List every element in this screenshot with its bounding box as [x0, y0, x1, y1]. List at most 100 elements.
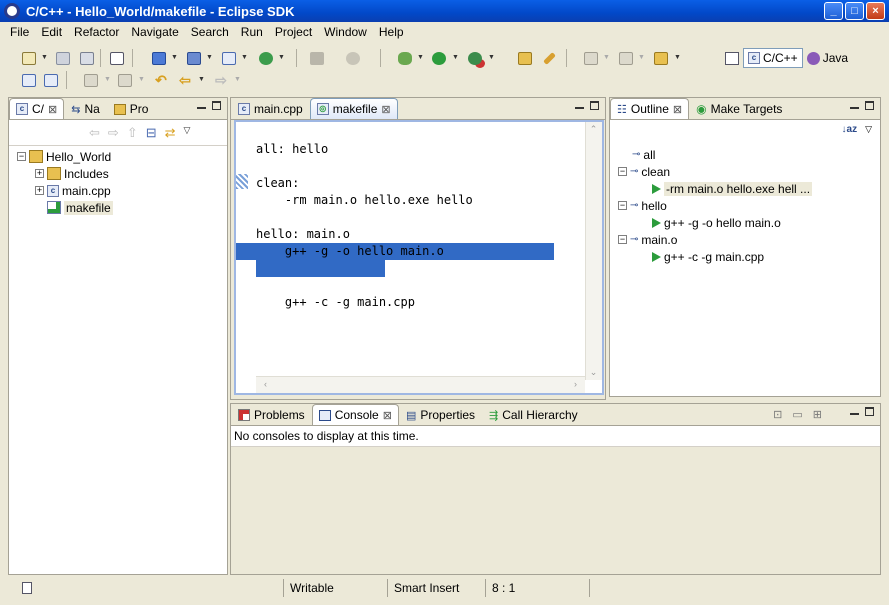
minimize-view-icon[interactable]	[850, 410, 859, 415]
run-icon[interactable]	[430, 50, 448, 66]
forward-nav-icon[interactable]: ⇨	[108, 125, 119, 141]
view-menu-icon[interactable]: ▽	[184, 125, 191, 141]
close-tab-icon[interactable]: ⊠	[48, 103, 57, 116]
binary-icon[interactable]	[108, 50, 126, 66]
show-whitespace-icon[interactable]	[20, 72, 38, 88]
maximize-view-icon[interactable]	[865, 101, 874, 110]
outline-item[interactable]: ⊸ all	[618, 146, 812, 163]
makefile-editor[interactable]: all: hello clean: -rm main.o hello.exe he…	[234, 120, 604, 395]
tree-item-main-cpp[interactable]: + c main.cpp	[17, 182, 113, 199]
maximize-view-icon[interactable]	[590, 101, 599, 110]
scroll-right-icon[interactable]: ›	[568, 379, 583, 389]
tab-navigator[interactable]: ⇆ Na	[64, 98, 107, 119]
open-element-icon[interactable]	[617, 50, 635, 66]
tab-project[interactable]: Pro	[107, 98, 156, 119]
back-nav-icon[interactable]: ⇦	[89, 125, 100, 141]
menu-edit[interactable]: Edit	[35, 25, 68, 39]
tab-outline[interactable]: ☷ Outline ⊠	[610, 98, 690, 119]
build-icon[interactable]	[308, 50, 326, 66]
open-folder-icon[interactable]	[516, 50, 534, 66]
tab-call-hierarchy[interactable]: ⇶ Call Hierarchy	[482, 404, 585, 425]
sort-icon[interactable]: ↓az	[842, 124, 858, 135]
scroll-up-icon[interactable]: ⌃	[586, 124, 601, 135]
tree-item-project[interactable]: − Hello_World	[17, 148, 113, 165]
minimize-view-icon[interactable]	[850, 104, 859, 109]
tab-cpp-projects[interactable]: c C/ ⊠	[9, 98, 65, 119]
open-perspective-icon[interactable]	[725, 51, 739, 65]
open-type-icon[interactable]	[582, 50, 600, 66]
outline-item[interactable]: g++ -c -g main.cpp	[618, 248, 812, 265]
forward-icon[interactable]: ⇨	[212, 72, 230, 88]
new-cpp-project-icon[interactable]	[150, 50, 168, 66]
new-class-icon[interactable]	[257, 50, 275, 66]
display-console-icon[interactable]: ▭	[792, 408, 802, 421]
tab-main-cpp[interactable]: c main.cpp	[231, 98, 310, 119]
maximize-view-icon[interactable]	[212, 101, 221, 110]
next-annotation-icon[interactable]	[82, 72, 100, 88]
minimize-view-icon[interactable]	[575, 104, 584, 109]
prev-annotation-icon[interactable]	[116, 72, 134, 88]
expand-icon[interactable]: +	[35, 169, 44, 178]
back-icon[interactable]: ⇦	[176, 72, 194, 88]
new-folder-icon[interactable]	[185, 50, 203, 66]
tab-problems[interactable]: Problems	[231, 404, 312, 425]
expand-icon[interactable]: +	[35, 186, 44, 195]
tab-make-targets[interactable]: ◉ Make Targets	[689, 98, 789, 119]
debug-icon[interactable]	[396, 50, 414, 66]
menu-project[interactable]: Project	[269, 25, 318, 39]
tree-item-makefile[interactable]: makefile	[17, 199, 113, 216]
tab-makefile[interactable]: ◎ makefile ⊠	[309, 98, 398, 119]
scroll-down-icon[interactable]: ⌄	[586, 367, 601, 378]
collapse-icon[interactable]: −	[17, 152, 26, 161]
perspective-cpp[interactable]: c C/C++	[743, 48, 803, 68]
menu-search[interactable]: Search	[185, 25, 235, 39]
menu-navigate[interactable]: Navigate	[125, 25, 184, 39]
last-edit-icon[interactable]: ↶	[152, 72, 170, 88]
horizontal-scrollbar[interactable]: ‹ ›	[256, 376, 585, 393]
toggle-mark-icon[interactable]	[42, 72, 60, 88]
fast-view-icon[interactable]	[22, 582, 32, 594]
menu-file[interactable]: File	[4, 25, 35, 39]
code-text[interactable]: all: hello clean: -rm main.o hello.exe he…	[256, 124, 473, 345]
close-tab-icon[interactable]: ⊠	[673, 103, 682, 116]
minimize-button[interactable]: _	[824, 2, 843, 20]
outline-item[interactable]: g++ -g -o hello main.o	[618, 214, 812, 231]
maximize-button[interactable]: □	[845, 2, 864, 20]
link-editor-icon[interactable]: ⇄	[165, 125, 176, 141]
outline-item[interactable]: − ⊸ clean	[618, 163, 812, 180]
print-icon[interactable]	[78, 50, 96, 66]
external-tools-icon[interactable]	[466, 50, 484, 66]
menu-window[interactable]: Window	[318, 25, 373, 39]
outline-item[interactable]: − ⊸ hello	[618, 197, 812, 214]
scroll-left-icon[interactable]: ‹	[258, 379, 273, 389]
up-nav-icon[interactable]: ⇧	[127, 125, 138, 141]
collapse-icon[interactable]: −	[618, 201, 627, 210]
target-icon[interactable]	[344, 50, 362, 66]
search-folder-icon[interactable]	[652, 50, 670, 66]
collapse-all-icon[interactable]: ⊟	[146, 125, 157, 141]
menu-refactor[interactable]: Refactor	[68, 25, 125, 39]
close-button[interactable]: ×	[866, 2, 885, 20]
pin-icon[interactable]	[540, 50, 558, 66]
open-console-icon[interactable]: ⊞	[813, 408, 822, 421]
new-wizard-icon[interactable]	[20, 50, 38, 66]
menu-help[interactable]: Help	[373, 25, 410, 39]
collapse-icon[interactable]: −	[618, 235, 627, 244]
maximize-view-icon[interactable]	[865, 407, 874, 416]
outline-item[interactable]: -rm main.o hello.exe hell ...	[618, 180, 813, 197]
close-tab-icon[interactable]: ⊠	[381, 103, 390, 116]
menu-run[interactable]: Run	[235, 25, 269, 39]
minimize-view-icon[interactable]	[197, 104, 206, 109]
save-icon[interactable]	[54, 50, 72, 66]
pin-console-icon[interactable]: ⊡	[773, 408, 782, 421]
vertical-scrollbar[interactable]: ⌃ ⌄	[585, 122, 602, 380]
new-source-icon[interactable]	[220, 50, 238, 66]
tab-properties[interactable]: ▤ Properties	[399, 404, 482, 425]
outline-item[interactable]: − ⊸ main.o	[618, 231, 812, 248]
tab-console[interactable]: Console ⊠	[311, 404, 399, 425]
perspective-java[interactable]: Java	[806, 51, 848, 65]
view-menu-icon[interactable]: ▽	[865, 124, 872, 135]
collapse-icon[interactable]: −	[618, 167, 627, 176]
close-tab-icon[interactable]: ⊠	[383, 409, 392, 422]
tree-item-includes[interactable]: + Includes	[17, 165, 113, 182]
